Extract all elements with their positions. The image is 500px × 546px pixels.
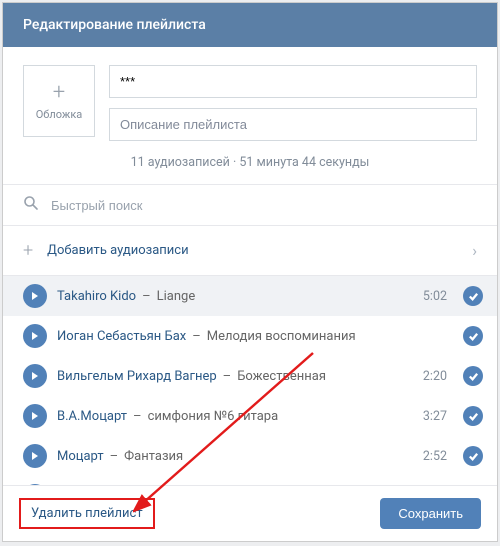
plus-icon: + [53, 82, 65, 104]
track-artist: Вильгельм Рихард Вагнер [57, 369, 217, 384]
modal-title: Редактирование плейлиста [23, 17, 206, 33]
track-artist: Иоган Себастьян Бах [57, 329, 186, 344]
track-artist: Моцарт [57, 449, 104, 464]
track-text: Иоган Себастьян Бах–Мелодия воспоминания [57, 329, 403, 344]
check-icon[interactable] [463, 326, 483, 346]
add-audio-label: Добавить аудиозаписи [47, 243, 188, 258]
search-row [3, 184, 497, 225]
cover-label: Обложка [36, 108, 83, 121]
track-text: Вильгельм Рихард Вагнер–Божественная [57, 369, 403, 384]
dash: – [133, 409, 142, 424]
track-row[interactable]: Иоганн Себастьян Бах...... Моцарт, Ваг…–… [3, 476, 497, 485]
play-icon[interactable] [23, 444, 47, 468]
track-text: Takahiro Kido–Liange [57, 289, 403, 304]
track-row[interactable]: Моцарт–Фантазия 2:52 [3, 436, 497, 476]
track-duration: 2:52 [413, 449, 447, 464]
dash: – [110, 449, 119, 464]
play-icon[interactable] [23, 284, 47, 308]
track-text: Моцарт–Фантазия [57, 449, 403, 464]
track-artist: В.А.Моцарт [57, 409, 127, 424]
track-row[interactable]: Takahiro Kido–Liange 5:02 [3, 276, 497, 316]
track-row[interactable]: Иоган Себастьян Бах–Мелодия воспоминания [3, 316, 497, 356]
plus-icon: + [23, 240, 33, 261]
search-icon [23, 195, 39, 215]
modal-header: Редактирование плейлиста [3, 3, 497, 47]
check-icon[interactable] [463, 406, 483, 426]
fields [109, 65, 477, 141]
track-title: Фантазия [124, 449, 183, 464]
top-section: + Обложка [3, 47, 497, 151]
track-list: Takahiro Kido–Liange5:02Иоган Себастьян … [3, 276, 497, 485]
track-duration: 2:20 [413, 369, 447, 384]
add-audio-button[interactable]: + Добавить аудиозаписи › [3, 225, 497, 276]
check-icon[interactable] [463, 446, 483, 466]
dash: – [192, 329, 201, 344]
track-title: Божественная [237, 369, 326, 384]
track-duration: 5:02 [413, 289, 447, 304]
chevron-right-icon: › [472, 241, 477, 260]
edit-playlist-modal: Редактирование плейлиста + Обложка 11 ау… [2, 2, 498, 542]
modal-footer: Удалить плейлист Сохранить [3, 485, 497, 541]
play-icon[interactable] [23, 364, 47, 388]
track-row[interactable]: В.А.Моцарт–симфония №6 гитара 3:27 [3, 396, 497, 436]
check-icon[interactable] [463, 286, 483, 306]
save-button[interactable]: Сохранить [380, 498, 481, 529]
search-input[interactable] [51, 198, 477, 213]
track-text: В.А.Моцарт–симфония №6 гитара [57, 409, 403, 424]
check-icon[interactable] [463, 366, 483, 386]
dash: – [223, 369, 232, 384]
track-title: симфония №6 гитара [148, 409, 279, 424]
play-icon[interactable] [23, 404, 47, 428]
delete-playlist-link[interactable]: Удалить плейлист [19, 498, 155, 529]
track-title: Liange [157, 289, 196, 304]
dash: – [142, 289, 151, 304]
cover-upload-button[interactable]: + Обложка [23, 65, 95, 137]
track-title: Мелодия воспоминания [207, 329, 356, 344]
playlist-title-input[interactable] [109, 65, 477, 98]
track-duration: 3:27 [413, 409, 447, 424]
playlist-description-input[interactable] [109, 108, 477, 141]
track-artist: Takahiro Kido [57, 289, 136, 304]
track-row[interactable]: Вильгельм Рихард Вагнер–Божественная 2:20 [3, 356, 497, 396]
playlist-stats: 11 аудиозаписей · 51 минута 44 секунды [3, 151, 497, 184]
play-icon[interactable] [23, 324, 47, 348]
